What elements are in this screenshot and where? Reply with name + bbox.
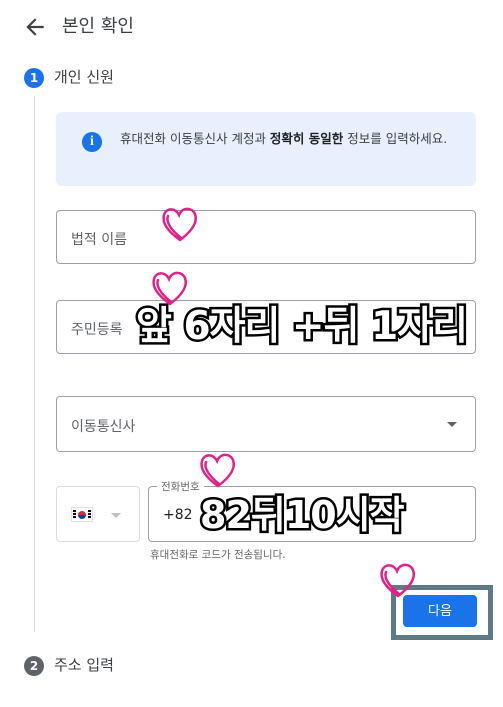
carrier-select[interactable]: 이동통신사 — [56, 396, 476, 452]
annotation-rrn-digits: 앞 6자리 +뒤 1자리 — [134, 302, 471, 352]
phone-number-label: 전화번호 — [157, 479, 204, 494]
step-2-badge: 2 — [24, 656, 44, 676]
carrier-placeholder: 이동통신사 — [71, 419, 136, 435]
info-text: 휴대전화 이동통신사 계정과 정확히 동일한 정보를 입력하세요. — [120, 131, 448, 146]
page-title: 본인 확인 — [62, 16, 134, 37]
heart-doodle-icon — [198, 450, 238, 490]
south-korea-flag-icon — [71, 507, 93, 522]
back-button[interactable] — [22, 14, 48, 40]
info-icon: i — [82, 132, 102, 152]
heart-doodle-icon — [378, 560, 418, 600]
arrow-back-icon — [26, 18, 44, 36]
legal-name-placeholder: 법적 이름 — [71, 232, 127, 248]
resident-registration-placeholder: 주민등록 — [71, 322, 123, 338]
phone-helper-text: 휴대전화로 코드가 전송됩니다. — [150, 549, 286, 561]
info-banner: i 휴대전화 이동통신사 계정과 정확히 동일한 정보를 입력하세요. — [56, 112, 476, 186]
heart-doodle-icon — [150, 268, 190, 308]
step-1-badge: 1 — [24, 68, 44, 88]
step-timeline-line — [34, 96, 35, 632]
country-code-select[interactable] — [56, 486, 140, 542]
chevron-down-icon — [447, 422, 457, 427]
annotation-phone-format: 82뒤10시작 — [198, 491, 408, 540]
legal-name-input[interactable]: 법적 이름 — [56, 210, 476, 264]
step-2-title: 주소 입력 — [54, 656, 114, 674]
phone-country-code: +82 — [163, 507, 193, 523]
step-1-title: 개인 신원 — [54, 68, 114, 86]
heart-doodle-icon — [160, 204, 200, 244]
chevron-down-icon — [111, 513, 121, 518]
